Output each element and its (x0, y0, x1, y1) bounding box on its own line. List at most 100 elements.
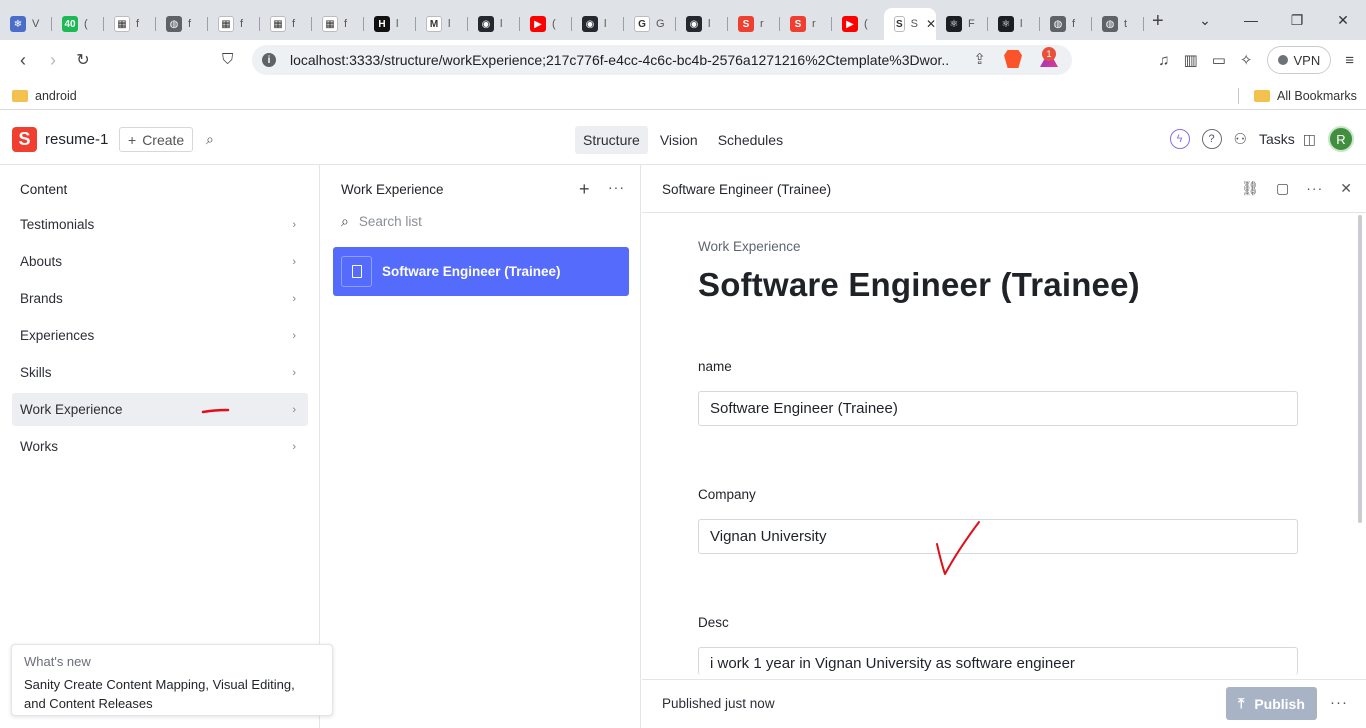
vpn-label: VPN (1293, 52, 1321, 68)
browser-tab[interactable]: ◍ f (1040, 8, 1092, 40)
bookmark-folder-android[interactable]: android (12, 89, 77, 103)
browser-tab[interactable]: Sr (780, 8, 832, 40)
browser-tab[interactable]: ▦ f (104, 8, 156, 40)
help-icon[interactable]: ? (1201, 129, 1222, 149)
tab-favicon-icon: S (790, 16, 806, 32)
document-footer: Published just now ⤒ Publish ··· (642, 679, 1366, 728)
company-input[interactable]: Vignan University (698, 519, 1298, 554)
add-document-icon[interactable]: + (579, 179, 590, 200)
restore-icon[interactable]: ❐ (1274, 12, 1320, 29)
site-info-icon[interactable]: i (262, 53, 276, 67)
user-avatar[interactable]: R (1328, 126, 1354, 152)
field-company: Company Vignan University (698, 487, 1298, 554)
browser-tab[interactable]: Ml (416, 8, 468, 40)
project-name[interactable]: resume-1 (45, 131, 108, 148)
tab-favicon-icon: ▶ (530, 16, 546, 32)
browser-tab[interactable]: ▦ f (208, 8, 260, 40)
media-icon[interactable]: ♫ (1158, 52, 1169, 69)
back-icon[interactable]: ‹ (8, 50, 38, 71)
sanity-logo[interactable]: S (12, 127, 37, 152)
more-options-icon[interactable]: ··· (1306, 180, 1323, 197)
publish-button[interactable]: ⤒ Publish (1226, 687, 1317, 720)
browser-tab[interactable]: ▦ f (312, 8, 364, 40)
new-tab-icon[interactable]: + (1152, 10, 1164, 33)
minimize-icon[interactable]: — (1228, 12, 1274, 28)
document-list-item[interactable]: Software Engineer (Trainee) (333, 247, 629, 296)
tab-favicon-icon: H (374, 16, 390, 32)
content-item-label: Experiences (20, 328, 95, 343)
close-icon[interactable]: ✕ (1340, 180, 1352, 197)
url-text[interactable]: localhost:3333/structure/workExperience;… (290, 52, 950, 68)
all-bookmarks-button[interactable]: All Bookmarks (1254, 89, 1357, 103)
brave-shields-icon[interactable] (1004, 50, 1022, 68)
tool-tab-structure[interactable]: Structure (575, 126, 648, 154)
create-label: Create (142, 131, 185, 148)
tool-tab-vision[interactable]: Vision (652, 126, 706, 154)
browser-tab[interactable]: ◉ l (572, 8, 624, 40)
bolt-icon[interactable]: ϟ (1169, 129, 1190, 149)
name-input[interactable]: Software Engineer (Trainee) (698, 391, 1298, 426)
editor-scrollbar[interactable] (1358, 215, 1362, 523)
tab-title: l (396, 18, 399, 30)
browser-tab[interactable]: Sr (728, 8, 780, 40)
more-options-icon[interactable]: ··· (608, 179, 625, 195)
tool-tab-schedules[interactable]: Schedules (710, 126, 791, 154)
browser-tab[interactable]: ◍ f (156, 8, 208, 40)
tab-favicon-icon: M (426, 16, 442, 32)
browser-tab[interactable]: ◉ l (676, 8, 728, 40)
tab-title: l (448, 18, 451, 30)
content-item-work-experience[interactable]: Work Experience › (12, 393, 308, 426)
browser-tab[interactable]: 40 ( (52, 8, 104, 40)
close-window-icon[interactable]: ✕ (1320, 12, 1366, 29)
browser-tab[interactable]: ⚛ l (988, 8, 1040, 40)
browser-tab[interactable]: ⚛ F (936, 8, 988, 40)
search-icon[interactable]: ⌕ (206, 131, 214, 148)
link-icon[interactable]: ⛓ (1241, 180, 1259, 197)
sidebar-icon[interactable]: ▥ (1184, 51, 1198, 69)
browser-tab[interactable]: ❄ V (0, 8, 52, 40)
desc-input[interactable]: i work 1 year in Vignan University as so… (698, 647, 1298, 675)
browser-tab[interactable]: ◍ t (1092, 8, 1144, 40)
content-item-experiences[interactable]: Experiences › (12, 319, 308, 352)
document-title: Software Engineer (Trainee) (698, 266, 1140, 303)
wallet-icon[interactable]: ▭ (1212, 51, 1226, 69)
comment-icon[interactable]: ▢ (1276, 180, 1289, 197)
create-button[interactable]: + Create (119, 127, 194, 152)
browser-tab[interactable]: Hl (364, 8, 416, 40)
browser-tab[interactable]: ◉ l (468, 8, 520, 40)
tab-title: f (240, 18, 244, 30)
reload-icon[interactable]: ↻ (68, 50, 98, 71)
browser-tab[interactable]: ▦ f (260, 8, 312, 40)
leo-ai-icon[interactable]: ✧ (1240, 51, 1253, 69)
tab-search-chevron-icon[interactable]: ⌄ (1182, 12, 1228, 29)
close-tab-icon[interactable]: ✕ (926, 17, 936, 31)
whats-new-card[interactable]: What's new Sanity Create Content Mapping… (11, 644, 333, 716)
bookmark-icon[interactable]: ⛉ (222, 51, 233, 68)
content-item-testimonials[interactable]: Testimonials › (12, 208, 308, 241)
content-item-abouts[interactable]: Abouts › (12, 245, 308, 278)
content-item-works[interactable]: Works › (12, 430, 308, 463)
content-item-skills[interactable]: Skills › (12, 356, 308, 389)
search-list-input[interactable]: ⌕ Search list (341, 213, 422, 230)
tab-title: ( (552, 18, 556, 30)
menu-icon[interactable]: ≡ (1345, 52, 1354, 69)
content-item-brands[interactable]: Brands › (12, 282, 308, 315)
document-actions-menu-icon[interactable]: ··· (1330, 694, 1348, 711)
browser-tab[interactable]: GG (624, 8, 676, 40)
forward-icon[interactable]: › (38, 50, 68, 71)
browser-tab[interactable]: ▶( (832, 8, 884, 40)
tab-list: ❄ V 40(▦ f ◍ f ▦ f ▦ f ▦ f Hl Ml ◉ l ▶(◉ l G G ◉ l Sr Sr ▶(S S ✕ ⚛ F… (0, 0, 1144, 40)
tasks-button[interactable]: Tasks ◫ (1259, 131, 1316, 148)
presence-icon[interactable]: ⚇ (1234, 130, 1247, 148)
window-controls: ⌄ — ❐ ✕ (1182, 0, 1366, 40)
browser-tab[interactable]: ▶( (520, 8, 572, 40)
tab-favicon-icon: ◍ (1102, 16, 1118, 32)
share-icon[interactable]: ⇪ (973, 50, 986, 68)
content-pane-title: Content (20, 182, 68, 197)
chevron-right-icon: › (292, 329, 296, 342)
tasks-label: Tasks (1258, 131, 1295, 147)
browser-tab[interactable]: S S ✕ (884, 8, 936, 40)
vpn-button[interactable]: VPN (1266, 46, 1332, 74)
omnibox[interactable]: i localhost:3333/structure/workExperienc… (252, 45, 1072, 75)
vpn-status-icon (1277, 55, 1288, 65)
